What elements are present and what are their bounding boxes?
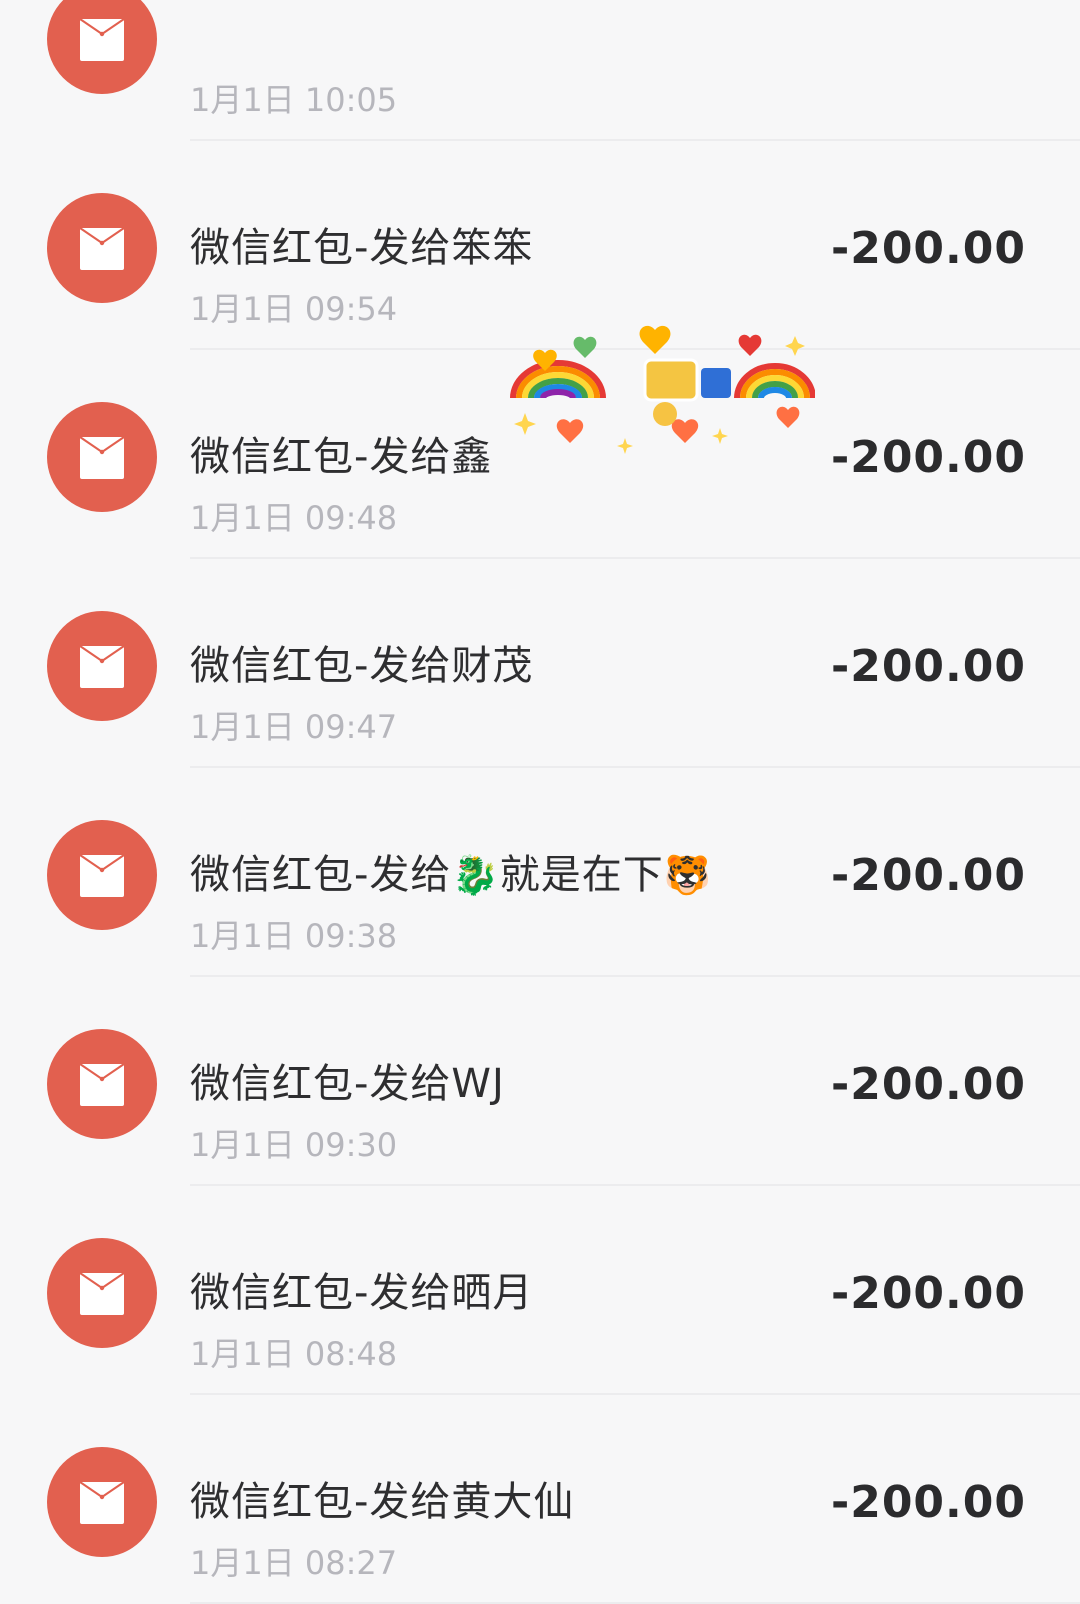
transaction-title: 微信红包-发给🐉就是在下🐯 [190, 850, 712, 900]
red-envelope-icon [47, 0, 157, 94]
rainbow-hearts-sticker [505, 318, 816, 458]
red-envelope-icon [47, 193, 157, 303]
transaction-amount: -200.00 [830, 1059, 1026, 1110]
transaction-title: 微信红包-发给黄大仙 [190, 1479, 575, 1525]
transaction-time: 1月1日 09:47 [190, 708, 398, 746]
transaction-amount: -200.00 [830, 223, 1026, 274]
red-envelope-icon [47, 402, 157, 512]
transaction-time: 1月1日 08:27 [190, 1544, 398, 1582]
transaction-row[interactable]: 微信红包-发给财茂 1月1日 09:47 -200.00 [0, 559, 1080, 768]
transaction-row[interactable]: 微信红包-发给🐉就是在下🐯 1月1日 09:38 -200.00 [0, 768, 1080, 977]
transaction-title: 微信红包-发给WJ [190, 1061, 505, 1107]
transaction-title: 微信红包-发给笨笨 [190, 225, 534, 271]
transaction-title: 微信红包-发给晒月 [190, 1270, 534, 1316]
dragon-emoji-icon: 🐉 [451, 853, 500, 897]
tiger-emoji-icon: 🐯 [663, 853, 713, 897]
transaction-title: 微信红包-发给鑫 [190, 434, 493, 480]
transaction-title: 微信红包-发给财茂 [190, 643, 534, 689]
transaction-amount: -200.00 [830, 1268, 1026, 1319]
transaction-amount: -200.00 [830, 850, 1026, 901]
title-name: 就是在下 [499, 852, 664, 898]
transaction-time: 1月1日 09:54 [190, 290, 398, 328]
transaction-time: 1月1日 08:48 [190, 1335, 398, 1373]
transaction-amount: -200.00 [830, 432, 1026, 483]
title-prefix: 微信红包-发给 [190, 852, 452, 898]
transaction-row[interactable]: 微信红包-发给晒月 1月1日 08:48 -200.00 [0, 1186, 1080, 1395]
transaction-time: 1月1日 09:38 [190, 917, 398, 955]
transaction-list: 1月1日 10:05 微信红包-发给笨笨 1月1日 09:54 -200.00 … [0, 0, 1080, 1604]
transaction-row[interactable]: 微信红包-发给黄大仙 1月1日 08:27 -200.00 [0, 1395, 1080, 1604]
red-envelope-icon [47, 1447, 157, 1557]
red-envelope-icon [47, 1029, 157, 1139]
red-envelope-icon [47, 1238, 157, 1348]
transaction-time: 1月1日 09:30 [190, 1126, 398, 1164]
transaction-time: 1月1日 09:48 [190, 499, 398, 537]
red-envelope-icon [47, 611, 157, 721]
transaction-row[interactable]: 微信红包-发给WJ 1月1日 09:30 -200.00 [0, 977, 1080, 1186]
transaction-amount: -200.00 [830, 641, 1026, 692]
transaction-row[interactable]: 1月1日 10:05 [0, 0, 1080, 141]
transaction-time: 1月1日 10:05 [190, 81, 398, 119]
red-envelope-icon [47, 820, 157, 930]
transaction-amount: -200.00 [830, 1477, 1026, 1528]
